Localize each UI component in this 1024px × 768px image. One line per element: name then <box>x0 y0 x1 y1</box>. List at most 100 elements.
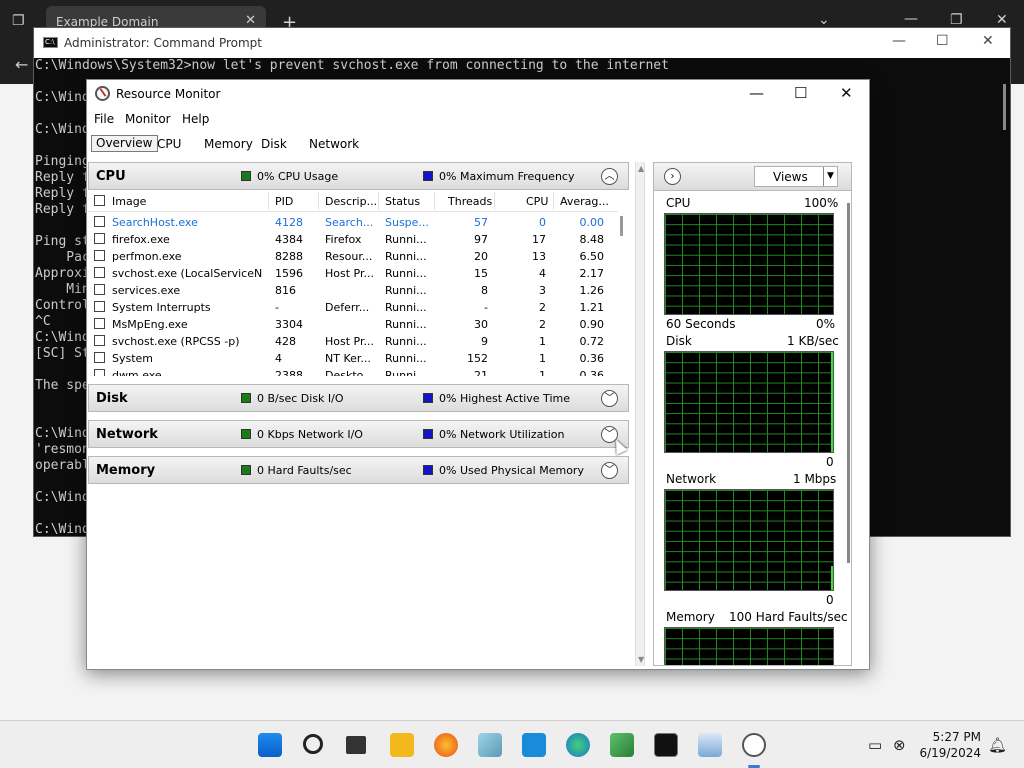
table-row[interactable]: SearchHost.exe 4128 Search... Suspe... 57 0 0.… <box>88 214 618 231</box>
file-explorer-icon[interactable] <box>390 733 414 757</box>
rm-minimize-icon[interactable]: — <box>749 84 764 102</box>
row-checkbox[interactable] <box>94 369 105 376</box>
app-icon[interactable] <box>478 733 502 757</box>
views-dropdown-icon[interactable]: ▼ <box>823 167 837 186</box>
clock[interactable]: 5:27 PM 6/19/2024 <box>919 729 981 761</box>
scroll-up-icon[interactable]: ▲ <box>638 164 644 173</box>
table-row[interactable]: svchost.exe (RPCSS -p) 428 Host Pr... Runni… <box>88 333 618 350</box>
tab-disk[interactable]: Disk <box>261 137 287 151</box>
chevron-down-icon[interactable]: ⌄ <box>818 12 830 28</box>
col-average[interactable]: Averag... <box>560 195 609 208</box>
cmd-scrollbar[interactable] <box>1003 84 1006 130</box>
table-row[interactable]: System 4 NT Ker... Runni... 152 1 0.36 <box>88 350 618 367</box>
col-pid[interactable]: PID <box>275 195 293 208</box>
row-checkbox[interactable] <box>94 335 105 346</box>
tab-actions-icon[interactable]: ❐ <box>12 13 25 29</box>
table-row[interactable]: svchost.exe (LocalServiceNo... 1596 Host P… <box>88 265 618 282</box>
scroll-down-icon[interactable]: ▼ <box>638 655 644 664</box>
close-tab-icon[interactable]: ✕ <box>245 13 256 28</box>
cpu-section-header[interactable]: CPU 0% CPU Usage 0% Maximum Frequency ︿ <box>88 162 629 190</box>
rm-titlebar[interactable]: Resource Monitor — ☐ ✕ <box>87 80 869 108</box>
tab-memory[interactable]: Memory <box>204 137 253 151</box>
search-icon[interactable] <box>303 734 323 754</box>
col-threads[interactable]: Threads <box>448 195 492 208</box>
display-icon[interactable]: ▭ <box>868 736 882 754</box>
restore-icon[interactable]: ❐ <box>950 12 963 28</box>
menu-help[interactable]: Help <box>182 112 209 126</box>
table-row[interactable]: MsMpEng.exe 3304 Runni... 30 2 0.90 <box>88 316 618 333</box>
expand-pane-arrow-icon[interactable]: › <box>664 168 681 185</box>
tab-overview[interactable]: Overview <box>91 135 158 152</box>
cmd-titlebar[interactable]: C:\ Administrator: Command Prompt — ☐ ✕ <box>34 28 1010 58</box>
menu-file[interactable]: File <box>94 112 114 126</box>
table-row[interactable]: perfmon.exe 8288 Resour... Runni... 20 13 6.50 <box>88 248 618 265</box>
disk-section-title: Disk <box>96 391 128 406</box>
row-checkbox[interactable] <box>94 352 105 363</box>
close-icon[interactable]: ✕ <box>996 12 1008 28</box>
sort-indicator-icon: ^ <box>403 190 411 195</box>
col-cpu[interactable]: CPU <box>526 195 548 208</box>
select-all-checkbox[interactable] <box>94 195 105 206</box>
resource-monitor-taskbar-icon[interactable] <box>742 733 766 757</box>
back-arrow-icon[interactable]: ← <box>15 55 28 74</box>
table-row[interactable]: dwm.exe 2388 Deskto... Runni... 21 1 0.36 <box>88 367 618 376</box>
cell-avg: 0.72 <box>579 335 605 348</box>
table-row[interactable]: services.exe 816 Runni... 8 3 1.26 <box>88 282 618 299</box>
vscode-icon[interactable] <box>522 733 546 757</box>
memory-section-header[interactable]: Memory 0 Hard Faults/sec 0% Used Physica… <box>88 456 629 484</box>
rm-maximize-icon[interactable]: ☐ <box>794 84 807 102</box>
control-panel-icon[interactable] <box>698 733 722 757</box>
network-utilization-legend <box>423 429 433 439</box>
tab-cpu[interactable]: CPU <box>157 137 181 151</box>
cmd-icon: C:\ <box>43 37 58 48</box>
edge-icon[interactable] <box>566 733 590 757</box>
table-row[interactable]: firefox.exe 4384 Firefox Runni... 97 17 8.48 <box>88 231 618 248</box>
network-disconnected-icon[interactable]: ⊗ <box>893 736 906 754</box>
cell-status: Runni... <box>385 352 427 365</box>
collapse-cpu-icon[interactable]: ︿ <box>601 168 618 185</box>
menu-monitor[interactable]: Monitor <box>125 112 171 126</box>
rm-close-icon[interactable]: ✕ <box>840 84 853 102</box>
cell-desc: Resour... <box>325 250 373 263</box>
expand-disk-icon[interactable]: ﹀ <box>601 390 618 407</box>
cell-image: firefox.exe <box>112 233 170 246</box>
pane-splitter[interactable]: ▲ ▼ <box>635 162 645 666</box>
graphs-scrollbar[interactable] <box>847 203 850 563</box>
row-checkbox[interactable] <box>94 233 105 244</box>
row-checkbox[interactable] <box>94 284 105 295</box>
firefox-icon[interactable] <box>434 733 458 757</box>
table-row[interactable]: System Interrupts - Deferr... Runni... - 2 1.2… <box>88 299 618 316</box>
resource-monitor-window[interactable]: Resource Monitor — ☐ ✕ File Monitor Help… <box>86 79 870 670</box>
col-description[interactable]: Descrip... <box>325 195 377 208</box>
cmd-close-icon[interactable]: ✕ <box>982 33 994 49</box>
start-button-icon[interactable] <box>258 733 282 757</box>
cpu-table-scrollbar[interactable] <box>620 216 623 236</box>
row-checkbox[interactable] <box>94 216 105 227</box>
expand-memory-icon[interactable]: ﹀ <box>601 462 618 479</box>
app2-icon[interactable] <box>610 733 634 757</box>
disk-section-header[interactable]: Disk 0 B/sec Disk I/O 0% Highest Active … <box>88 384 629 412</box>
cell-pid: 428 <box>275 335 296 348</box>
row-checkbox[interactable] <box>94 250 105 261</box>
notification-bell-icon[interactable]: 🔔︎ <box>988 736 1007 754</box>
cell-cpu: 13 <box>532 250 546 263</box>
row-checkbox[interactable] <box>94 267 105 278</box>
cmd-minimize-icon[interactable]: — <box>892 33 906 49</box>
cmd-maximize-icon[interactable]: ☐ <box>936 33 949 49</box>
cell-image: services.exe <box>112 284 181 297</box>
network-graph-label: Network <box>666 472 717 486</box>
views-button[interactable]: Views ▼ <box>754 166 838 187</box>
row-checkbox[interactable] <box>94 301 105 312</box>
minimize-icon[interactable]: — <box>904 11 918 27</box>
network-section-header[interactable]: Network 0 Kbps Network I/O 0% Network Ut… <box>88 420 629 448</box>
cmd-line: Reply f <box>35 186 90 201</box>
col-image[interactable]: Image <box>112 195 146 208</box>
cell-pid: 4128 <box>275 216 303 229</box>
tab-network[interactable]: Network <box>309 137 359 151</box>
cell-pid: - <box>275 301 279 314</box>
task-view-icon[interactable] <box>346 736 366 754</box>
col-status[interactable]: Status <box>385 195 420 208</box>
row-checkbox[interactable] <box>94 318 105 329</box>
cell-threads: - <box>484 301 488 314</box>
terminal-icon[interactable] <box>654 733 678 757</box>
